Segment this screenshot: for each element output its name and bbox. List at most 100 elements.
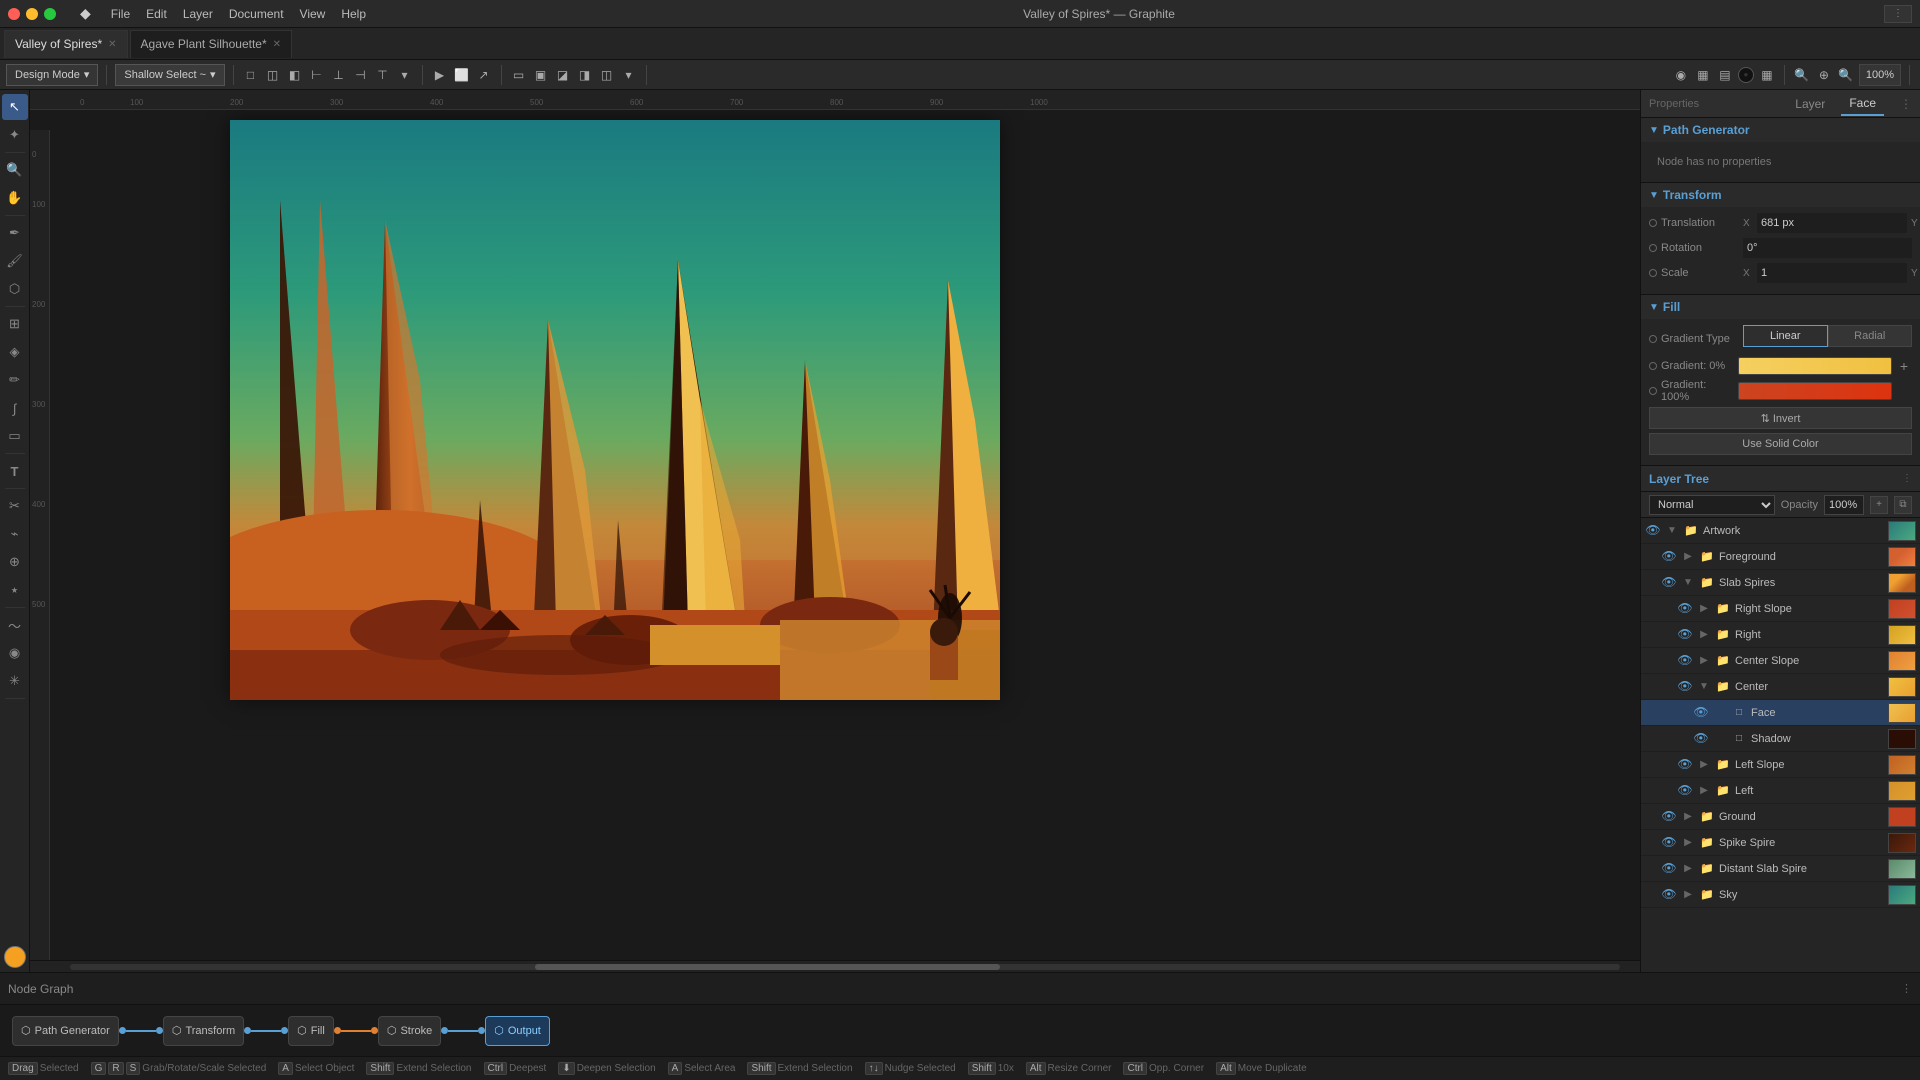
tool-6[interactable]: ▾ [620, 66, 638, 84]
scrollbar-track[interactable] [70, 964, 1620, 970]
eyedropper-tool[interactable]: ✒ [2, 220, 28, 246]
toolbar-icon-2[interactable]: ◫ [264, 66, 282, 84]
knife-tool[interactable]: ⌁ [2, 521, 28, 547]
pen-tool[interactable]: ✏ [2, 367, 28, 393]
layer-artwork[interactable]: 👁 ▼ 📁 Artwork [1641, 518, 1920, 544]
rotation-dot[interactable] [1649, 244, 1657, 252]
curve-tool[interactable]: ∫ [2, 395, 28, 421]
layer-expand-left[interactable]: ▶ [1697, 785, 1711, 796]
layer-expand-right[interactable]: ▶ [1697, 629, 1711, 640]
layer-list[interactable]: 👁 ▼ 📁 Artwork 👁 ▶ 📁 Foreground 👁 [1641, 518, 1920, 972]
toolbar-icon-1[interactable]: □ [242, 66, 260, 84]
view-mode-2[interactable]: ▦ [1694, 66, 1712, 84]
canvas-content[interactable]: 0 100 200 300 400 500 [30, 110, 1640, 960]
rect-tool[interactable]: ▭ [510, 66, 528, 84]
layer-vis-foreground[interactable]: 👁 [1661, 549, 1677, 565]
color-options[interactable]: ▦ [1758, 66, 1776, 84]
layer-expand-center-slope[interactable]: ▶ [1697, 655, 1711, 666]
gradient-type-dot[interactable] [1649, 335, 1657, 343]
layer-expand-ground[interactable]: ▶ [1681, 811, 1695, 822]
invert-button[interactable]: ⇅ Invert [1649, 407, 1912, 429]
layer-slab-spires[interactable]: 👁 ▼ 📁 Slab Spires [1641, 570, 1920, 596]
smudge-tool[interactable]: 〜 [2, 612, 28, 638]
layer-right-slope[interactable]: 👁 ▶ 📁 Right Slope [1641, 596, 1920, 622]
layer-right[interactable]: 👁 ▶ 📁 Right [1641, 622, 1920, 648]
layer-distant-slab-spire[interactable]: 👁 ▶ 📁 Distant Slab Spire [1641, 856, 1920, 882]
layer-sky[interactable]: 👁 ▶ 📁 Sky [1641, 882, 1920, 908]
frame-btn[interactable]: ⬜ [453, 66, 471, 84]
layer-vis-center[interactable]: 👁 [1677, 679, 1693, 695]
layer-tree-menu[interactable]: ⋮ [1902, 473, 1912, 484]
gradient-0-bar[interactable] [1738, 357, 1892, 375]
maximize-button[interactable] [44, 8, 56, 20]
panel-tab-face[interactable]: Face [1841, 92, 1884, 116]
layer-vis-left[interactable]: 👁 [1677, 783, 1693, 799]
scrollbar-thumb[interactable] [535, 964, 1000, 970]
scissor-tool[interactable]: ✂ [2, 493, 28, 519]
shallow-select-dropdown[interactable]: Shallow Select ~ ▾ [115, 64, 224, 86]
scrollbar-horizontal[interactable] [30, 960, 1640, 972]
view-mode-1[interactable]: ◉ [1672, 66, 1690, 84]
layer-vis-spike-spire[interactable]: 👁 [1661, 835, 1677, 851]
layer-vis-slab-spires[interactable]: 👁 [1661, 575, 1677, 591]
zoom-out[interactable]: 🔍 [1793, 66, 1811, 84]
toolbar-icon-3[interactable]: ◧ [286, 66, 304, 84]
export-btn[interactable]: ↗ [475, 66, 493, 84]
gradient-0-dot[interactable] [1649, 362, 1657, 370]
layer-left[interactable]: 👁 ▶ 📁 Left [1641, 778, 1920, 804]
menu-view[interactable]: View [300, 7, 326, 21]
scale-dot[interactable] [1649, 269, 1657, 277]
layer-expand-foreground[interactable]: ▶ [1681, 551, 1695, 562]
align-top[interactable]: ⊤ [374, 66, 392, 84]
layer-copy-btn[interactable]: ⧉ [1894, 496, 1912, 514]
zoom-level[interactable]: 100% [1859, 64, 1901, 86]
path-generator-header[interactable]: ▼ Path Generator [1641, 118, 1920, 142]
node-stroke[interactable]: ⬡ Stroke [378, 1016, 441, 1046]
zoom-tool[interactable]: 🔍 [2, 157, 28, 183]
panel-menu[interactable]: ⋮ [1900, 97, 1912, 111]
clip-tool[interactable]: ◪ [554, 66, 572, 84]
gradient-tool[interactable]: ⭑ [2, 577, 28, 603]
node-transform[interactable]: ⬡ Transform [163, 1016, 244, 1046]
translation-dot[interactable] [1649, 219, 1657, 227]
layer-center[interactable]: 👁 ▼ 📁 Center [1641, 674, 1920, 700]
layer-left-slope[interactable]: 👁 ▶ 📁 Left Slope [1641, 752, 1920, 778]
pan-tool[interactable]: ✋ [2, 185, 28, 211]
view-mode-3[interactable]: ▤ [1716, 66, 1734, 84]
layer-expand-spike-spire[interactable]: ▶ [1681, 837, 1695, 848]
layer-shadow[interactable]: 👁 ▶ □ Shadow [1641, 726, 1920, 752]
path-tool[interactable]: ✦ [2, 122, 28, 148]
layer-expand-sky[interactable]: ▶ [1681, 889, 1695, 900]
tab-close[interactable]: ✕ [273, 39, 281, 50]
layer-center-slope[interactable]: 👁 ▶ 📁 Center Slope [1641, 648, 1920, 674]
node-path-generator[interactable]: ⬡ Path Generator [12, 1016, 119, 1046]
panel-tab-layer[interactable]: Layer [1787, 93, 1833, 115]
layer-add-btn[interactable]: + [1870, 496, 1888, 514]
paint-tool[interactable]: 🖌 [2, 248, 28, 274]
blend-mode-select[interactable]: Normal [1649, 495, 1775, 515]
gradient-100-bar[interactable] [1738, 382, 1892, 400]
fill-tool[interactable]: ⬡ [2, 276, 28, 302]
node-graph-menu[interactable]: ⋮ [1901, 982, 1912, 995]
sharpen-tool[interactable]: ✳ [2, 668, 28, 694]
align-center[interactable]: ⊥ [330, 66, 348, 84]
zoom-fit[interactable]: ⊕ [1815, 66, 1833, 84]
linear-gradient-btn[interactable]: Linear [1743, 325, 1828, 347]
layer-expand-slab-spires[interactable]: ▼ [1681, 577, 1695, 588]
layer-vis-right-slope[interactable]: 👁 [1677, 601, 1693, 617]
design-mode-dropdown[interactable]: Design Mode ▾ [6, 64, 98, 86]
tab-close[interactable]: ✕ [108, 39, 116, 50]
solid-color-button[interactable]: Use Solid Color [1649, 433, 1912, 455]
rect-draw-tool[interactable]: ▭ [2, 423, 28, 449]
fill-header[interactable]: ▼ Fill [1641, 295, 1920, 319]
tab-valley-of-spires[interactable]: Valley of Spires* ✕ [4, 30, 128, 58]
properties-btn[interactable]: ⋮ [1884, 5, 1912, 23]
color-swatch-fg[interactable] [4, 946, 26, 968]
zoom-in[interactable]: 🔍 [1837, 66, 1855, 84]
grid-tool[interactable]: ⊞ [2, 311, 28, 337]
color-circle[interactable]: ● [1738, 67, 1754, 83]
opacity-input[interactable] [1824, 495, 1864, 515]
frame-tool[interactable]: ▣ [532, 66, 550, 84]
menu-layer[interactable]: Layer [183, 7, 213, 21]
layer-face[interactable]: 👁 ▶ □ Face [1641, 700, 1920, 726]
